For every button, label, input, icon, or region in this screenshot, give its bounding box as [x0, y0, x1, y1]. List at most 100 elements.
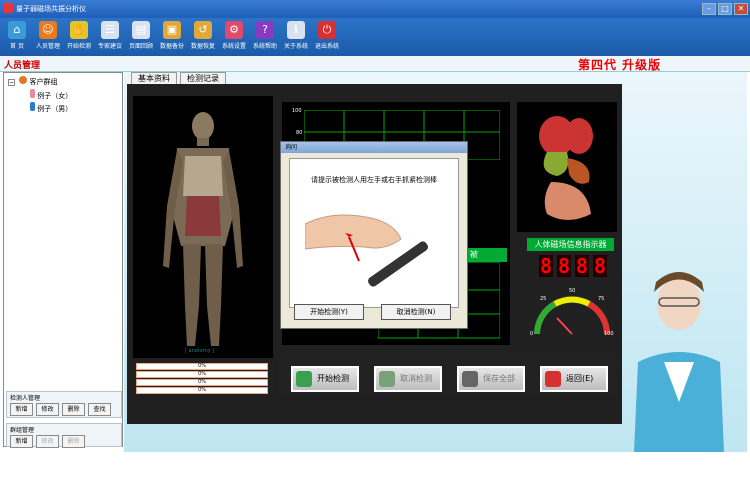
hand-icon: ✋ [70, 21, 88, 39]
figure-caption: [ anatomy ] [185, 348, 215, 354]
toolbar-label: 开始检测 [66, 43, 91, 50]
magnet-indicator-title: 人体磁场信息指示器 [527, 238, 614, 251]
edition-label: 第四代 升级版 [578, 58, 662, 72]
toolbar-button-9[interactable]: ℹ 关于系统 [281, 20, 311, 54]
backup-icon: ▣ [163, 21, 181, 39]
minimize-button[interactable]: – [702, 3, 716, 15]
group-management: 群组管理 新增 修改 删除 [6, 423, 122, 448]
group-title: 群组管理 [10, 427, 35, 434]
users-icon: ☺ [39, 21, 57, 39]
hand-probe-icon [305, 214, 428, 287]
tree-item-male[interactable]: 例子（男） [8, 102, 72, 115]
help-icon: ? [256, 21, 274, 39]
toolbar-label: 首 页 [10, 43, 24, 50]
chart-label: 被 [467, 248, 507, 262]
home-icon: ⌂ [8, 21, 26, 39]
toolbar-label: 人员管理 [35, 43, 60, 50]
group-title: 检测人管理 [10, 395, 41, 402]
male-icon [30, 102, 35, 111]
progress-bar: 0% [136, 379, 268, 386]
collapse-icon[interactable]: − [8, 79, 15, 86]
inquiry-dialog: 询问 请提示被检测人用左手或右手抓紧检测棒 开始检测(Y) 取消检测(N) [280, 141, 468, 329]
body-model-pane: [ anatomy ] [133, 96, 273, 358]
gauge-label: 50 [569, 288, 576, 294]
delete-group-button[interactable]: 删除 [62, 435, 85, 448]
digit-display: 8 [539, 254, 553, 278]
toolbar-label: 数据恢复 [190, 43, 215, 50]
app-icon [3, 3, 13, 13]
dialog-title: 询问 [281, 142, 467, 153]
toolbar-button-6[interactable]: ↺ 数据恢复 [188, 20, 218, 54]
edit-person-button[interactable]: 修改 [36, 403, 59, 416]
about-icon: ℹ [287, 21, 305, 39]
tree-root[interactable]: − 客户群组 [8, 76, 72, 89]
tab-basic-info[interactable]: 基本资料 [131, 72, 177, 84]
add-group-button[interactable]: 新增 [10, 435, 33, 448]
tab-test-records[interactable]: 检测记录 [180, 72, 226, 84]
add-person-button[interactable]: 新增 [10, 403, 33, 416]
tree-item-female[interactable]: 例子（女） [8, 89, 72, 102]
client-tree-panel: − 客户群组 例子（女） 例子（男） 检测人管理 新增 修改 删除 查找 群组管理 新… [3, 72, 123, 448]
exit-icon: ⏻ [318, 21, 336, 39]
tick-label: 100 [292, 108, 302, 114]
tested-person-group: 检测人管理 新增 修改 删除 查找 [6, 391, 122, 418]
settings-icon: ⚙ [225, 21, 243, 39]
toolbar-label: 退出系统 [314, 43, 339, 50]
main-toolbar: ⌂ 首 页 ☺ 人员管理 ✋ 开始检测 ☰ 专家建议 ▤ 页面回顾 ▣ 数据备份 ↺ 数据恢复 ⚙ 系统设置?… [0, 18, 750, 56]
toolbar-button-1[interactable]: ☺ 人员管理 [33, 20, 63, 54]
toolbar-button-7[interactable]: ⚙ 系统设置 [219, 20, 249, 54]
toolbar-label: 数据备份 [159, 43, 184, 50]
dialog-message: 请提示被检测人用左手或右手抓紧检测棒 [311, 176, 437, 184]
tree-item-label: 例子（男） [37, 105, 73, 113]
delete-person-button[interactable]: 删除 [62, 403, 85, 416]
gauge-label: 25 [540, 296, 547, 302]
document-icon: ▤ [132, 21, 150, 39]
progress-bar: 0% [136, 363, 268, 370]
clipboard-icon: ☰ [101, 21, 119, 39]
organ-pane [517, 102, 617, 232]
group-icon [19, 76, 28, 84]
toolbar-button-0[interactable]: ⌂ 首 页 [2, 20, 32, 54]
return-icon [545, 371, 561, 387]
return-button[interactable]: 返回(E) [540, 366, 608, 392]
title-bar: 量子弱磁场共振分析仪 – □ ✕ [0, 0, 750, 18]
restore-icon: ↺ [194, 21, 212, 39]
digit-display: 8 [575, 254, 589, 278]
close-button[interactable]: ✕ [734, 3, 748, 15]
gauge-label: 75 [598, 296, 605, 302]
toolbar-button-2[interactable]: ✋ 开始检测 [64, 20, 94, 54]
dialog-cancel-button[interactable]: 取消检测(N) [381, 304, 451, 320]
toolbar-button-5[interactable]: ▣ 数据备份 [157, 20, 187, 54]
progress-bar: 0% [136, 371, 268, 378]
client-tree: − 客户群组 例子（女） 例子（男） [8, 76, 72, 115]
toolbar-label: 页面回顾 [128, 43, 153, 50]
maximize-button[interactable]: □ [718, 3, 732, 15]
find-person-button[interactable]: 查找 [88, 403, 111, 416]
toolbar-button-4[interactable]: ▤ 页面回顾 [126, 20, 156, 54]
start-test-button[interactable]: 开始检测 [291, 366, 359, 392]
save-icon [462, 371, 478, 387]
organ-image [539, 116, 593, 220]
female-icon [30, 89, 35, 98]
toolbar-button-10[interactable]: ⏻ 退出系统 [312, 20, 342, 54]
tick-label: 80 [296, 130, 303, 136]
toolbar-button-8[interactable]: ? 系统帮助 [250, 20, 280, 54]
tree-item-label: 例子（女） [37, 92, 73, 100]
toolbar-label: 系统帮助 [252, 43, 277, 50]
cancel-icon [379, 371, 395, 387]
gauge-label: 0 [530, 331, 534, 337]
cancel-test-button[interactable]: 取消检测 [374, 366, 442, 392]
page-title: 人员管理 [4, 61, 41, 71]
digit-display: 8 [593, 254, 607, 278]
edit-group-button[interactable]: 修改 [36, 435, 59, 448]
save-all-button[interactable]: 保存全部 [457, 366, 525, 392]
progress-bar: 0% [136, 387, 268, 394]
toolbar-label: 专家建议 [97, 43, 122, 50]
toolbar-label: 系统设置 [221, 43, 246, 50]
hand-icon [296, 371, 312, 387]
dialog-start-button[interactable]: 开始检测(Y) [294, 304, 364, 320]
page-header: 人员管理 第四代 升级版 [0, 56, 750, 72]
toolbar-button-3[interactable]: ☰ 专家建议 [95, 20, 125, 54]
digit-display: 8 [557, 254, 571, 278]
nurse-image [634, 272, 724, 452]
